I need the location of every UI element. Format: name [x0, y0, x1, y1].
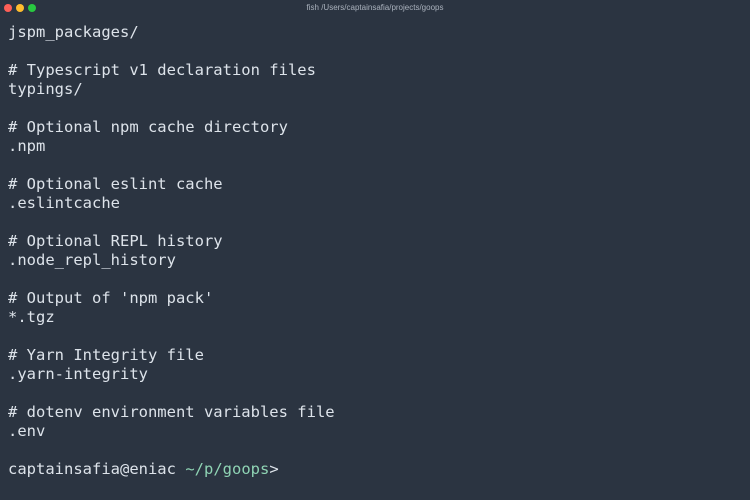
output-line: # Optional npm cache directory	[8, 118, 288, 136]
terminal-output[interactable]: jspm_packages/ # Typescript v1 declarati…	[8, 23, 742, 493]
window-title: fish /Users/captainsafia/projects/goops	[306, 3, 444, 12]
output-line: .node_repl_history	[8, 251, 176, 269]
output-line: .npm	[8, 137, 46, 155]
output-line: # dotenv environment variables file	[8, 403, 335, 421]
prompt-user-host: captainsafia@eniac	[8, 460, 176, 478]
output-line: # Optional REPL history	[8, 232, 223, 250]
prompt-working-directory: ~/p/goops	[185, 460, 270, 478]
output-line: .eslintcache	[8, 194, 120, 212]
output-line: # Typescript v1 declaration files	[8, 61, 316, 79]
output-line: *.tgz	[8, 308, 55, 326]
title-bar: fish /Users/captainsafia/projects/goops	[0, 0, 750, 16]
output-line: # Yarn Integrity file	[8, 346, 204, 364]
output-line: jspm_packages/	[8, 23, 139, 41]
shell-prompt[interactable]: captainsafia@eniac ~/p/goops>	[8, 460, 742, 479]
output-line: typings/	[8, 80, 83, 98]
terminal-window: fish /Users/captainsafia/projects/goops …	[0, 0, 750, 500]
output-line: # Optional eslint cache	[8, 175, 223, 193]
output-line: .env	[8, 422, 46, 440]
prompt-symbol: >	[269, 460, 279, 478]
output-line: .yarn-integrity	[8, 365, 148, 383]
output-line: # Output of 'npm pack'	[8, 289, 214, 307]
